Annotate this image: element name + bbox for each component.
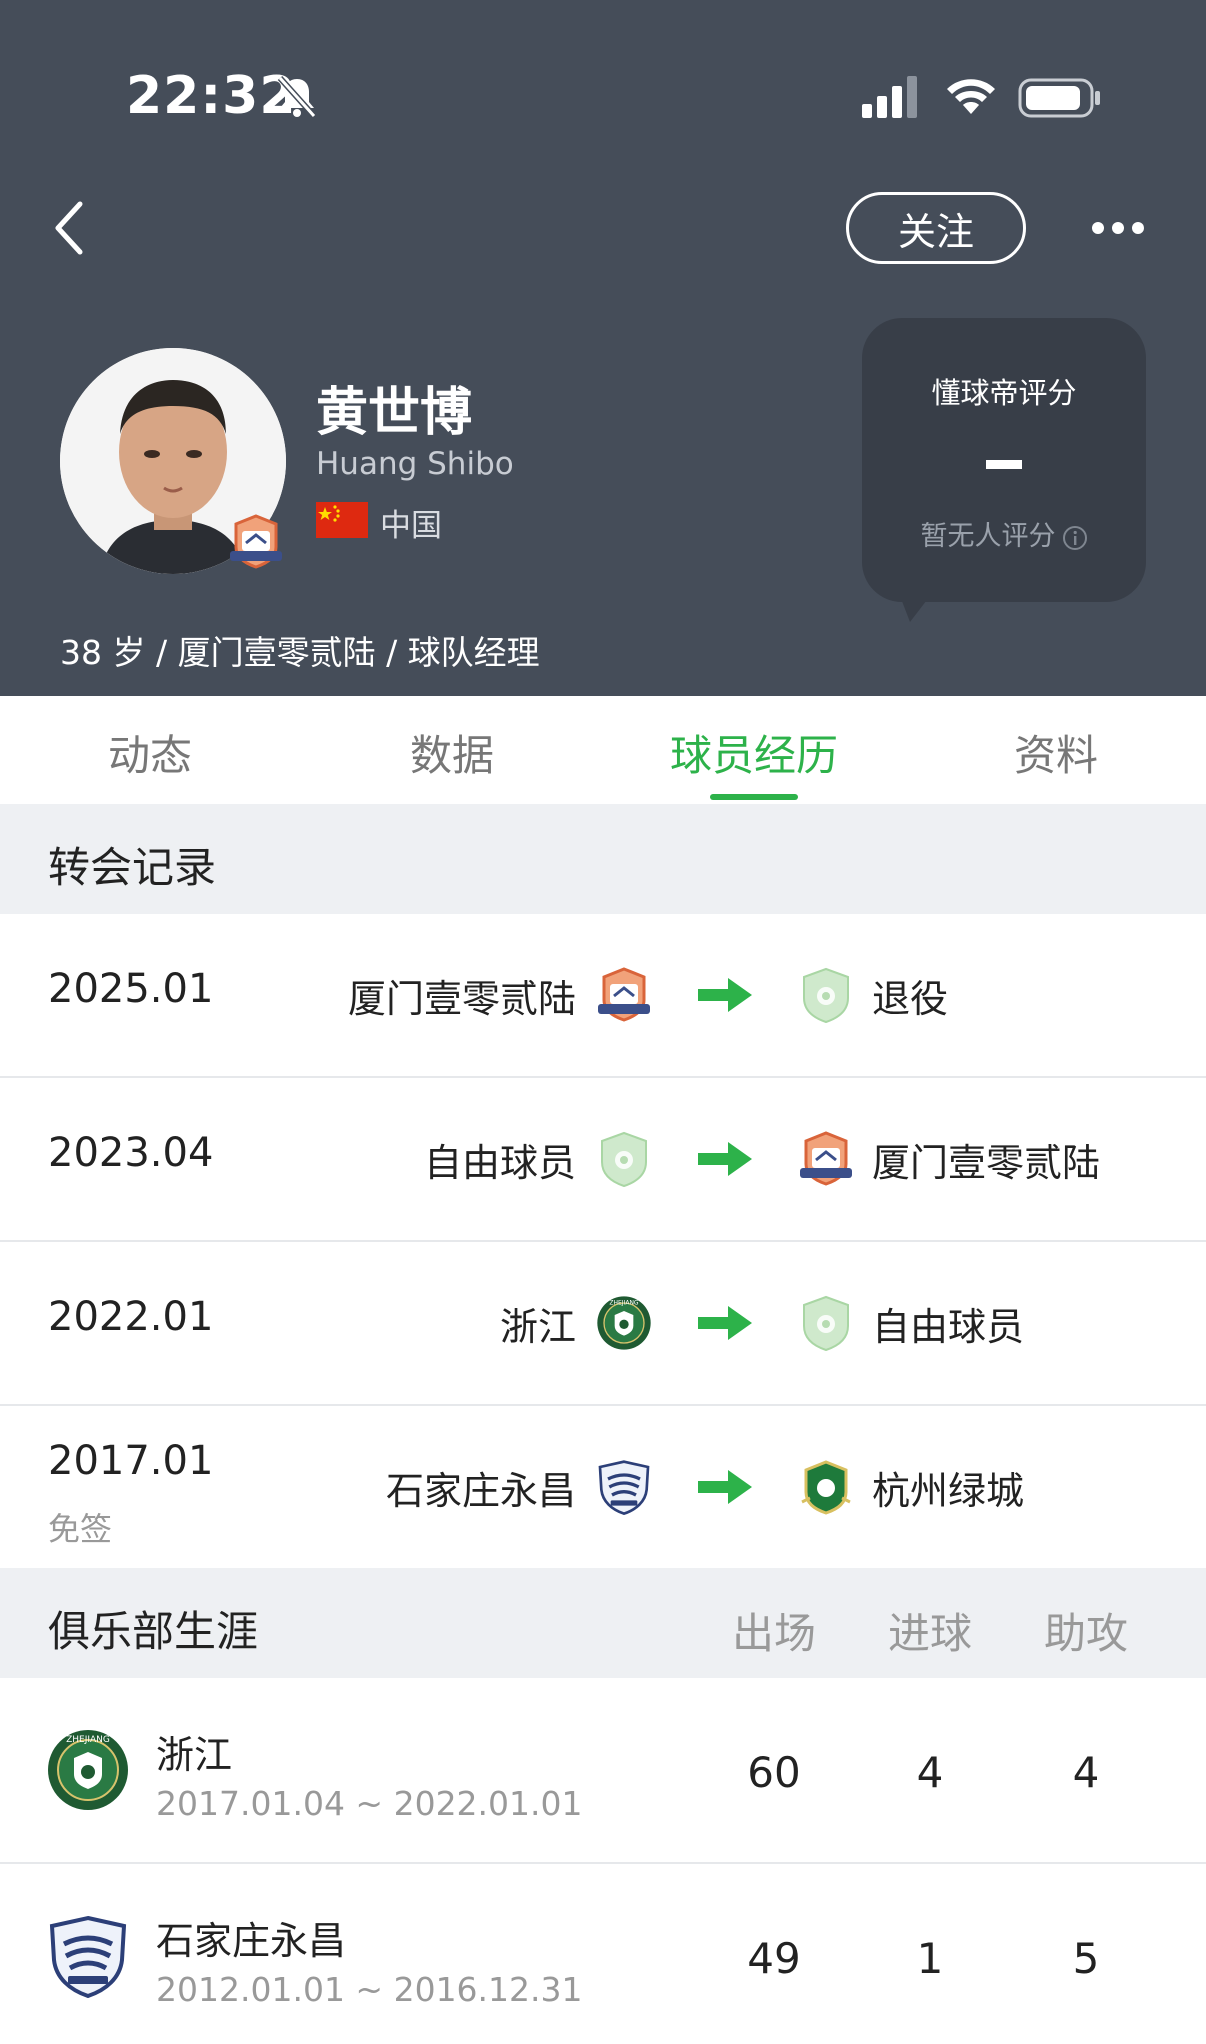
career-dates: 2012.01.01 ~ 2016.12.31: [156, 1970, 583, 2009]
transfer-to-club: 杭州绿城: [872, 1469, 1025, 1513]
shield-placeholder-icon: [798, 966, 854, 1024]
rating-title: 懂球帝评分: [931, 376, 1077, 410]
transfer-arrow-icon: [698, 978, 752, 1012]
wifi-icon: [947, 79, 995, 114]
xiamen-logo-icon: [596, 966, 652, 1024]
transfer-from-club: 浙江: [499, 1305, 576, 1349]
career-row[interactable]: 石家庄永昌 2012.01.01 ~ 2016.12.31 49 1 5: [0, 1864, 1206, 2044]
tab-bar: 动态 数据 球员经历 资料: [0, 696, 1206, 804]
more-options-icon[interactable]: [1090, 218, 1146, 238]
transfer-from-club: 石家庄永昌: [385, 1469, 576, 1513]
transfer-date: 2017.01: [48, 1438, 214, 1484]
transfer-date: 2022.01: [48, 1294, 214, 1340]
col-apps: 出场: [731, 1609, 816, 1658]
china-flag-icon: [316, 502, 368, 538]
transfer-arrow-icon: [698, 1142, 752, 1176]
career-apps: 49: [747, 1934, 801, 1983]
player-country: 中国: [380, 508, 442, 544]
shield-placeholder-icon: [596, 1130, 652, 1188]
career-row[interactable]: 浙江 2017.01.04 ~ 2022.01.01 60 4 4: [0, 1678, 1206, 1864]
info-icon[interactable]: [1062, 525, 1088, 551]
transfer-from-club: 自由球员: [423, 1141, 576, 1185]
tab-stats[interactable]: 数据: [352, 722, 552, 783]
rating-value: [986, 460, 1022, 469]
transfer-row[interactable]: 2023.04 自由球员 厦门壹零贰陆: [0, 1078, 1206, 1242]
transfer-row[interactable]: 2022.01 浙江 自由球员: [0, 1242, 1206, 1406]
transfer-to-club: 厦门壹零贰陆: [872, 1141, 1101, 1185]
transfer-to-club: 自由球员: [872, 1305, 1025, 1349]
career-assists: 5: [1072, 1934, 1100, 1983]
career-club: 石家庄永昌: [156, 1919, 347, 1963]
career-goals: 1: [916, 1934, 944, 1983]
tab-profile[interactable]: 资料: [956, 722, 1156, 783]
career-title: 俱乐部生涯: [48, 1607, 259, 1656]
transfer-to-club: 退役: [872, 977, 949, 1021]
hangzhou-logo-icon: [798, 1458, 854, 1516]
career-dates: 2017.01.04 ~ 2022.01.01: [156, 1784, 583, 1823]
profile-header: 22:32 关注 黄世博 Huang Shibo 中国 38 岁 / 厦门壹零贰…: [0, 0, 1206, 696]
bell-muted-icon: [277, 75, 317, 119]
rating-card-tail: [900, 596, 930, 622]
rating-note-text: 暂无人评分: [920, 521, 1056, 552]
shijiazhuang-logo-icon: [596, 1458, 652, 1516]
career-assists: 4: [1072, 1748, 1100, 1797]
active-tab-indicator: [710, 794, 798, 800]
zhejiang-logo-icon: [46, 1728, 130, 1812]
back-chevron-icon[interactable]: [46, 196, 96, 260]
follow-button[interactable]: 关注: [846, 192, 1026, 264]
transfers-section-header: 转会记录: [0, 804, 1206, 914]
transfer-note: 免签: [48, 1510, 113, 1548]
col-goals: 进球: [887, 1609, 972, 1658]
shield-placeholder-icon: [798, 1294, 854, 1352]
rating-note: 暂无人评分: [862, 514, 1146, 553]
status-time: 22:32: [126, 66, 297, 126]
battery-icon: [1018, 78, 1100, 118]
transfer-date: 2025.01: [48, 966, 214, 1012]
player-name-en: Huang Shibo: [316, 446, 514, 482]
transfer-date: 2023.04: [48, 1130, 214, 1176]
signal-icon: [862, 76, 917, 118]
transfer-row[interactable]: 2025.01 厦门壹零贰陆 退役: [0, 914, 1206, 1078]
player-name-cn: 黄世博: [316, 383, 473, 443]
xiamen-logo-icon: [798, 1130, 854, 1188]
col-assists: 助攻: [1043, 1609, 1128, 1658]
transfer-row[interactable]: 2017.01 免签 石家庄永昌 杭州绿城: [0, 1406, 1206, 1570]
player-meta: 38 岁 / 厦门壹零贰陆 / 球队经理: [60, 633, 540, 672]
rating-card[interactable]: 懂球帝评分 暂无人评分: [862, 318, 1146, 602]
tab-career[interactable]: 球员经历: [654, 722, 854, 783]
transfer-arrow-icon: [698, 1470, 752, 1504]
career-club: 浙江: [156, 1733, 233, 1777]
career-apps: 60: [747, 1748, 801, 1797]
transfers-title: 转会记录: [48, 843, 217, 892]
career-section-header: 俱乐部生涯 出场 进球 助攻: [0, 1568, 1206, 1678]
career-goals: 4: [916, 1748, 944, 1797]
shijiazhuang-logo-icon: [46, 1914, 130, 1998]
tab-activity[interactable]: 动态: [50, 722, 250, 783]
transfer-from-club: 厦门壹零贰陆: [347, 977, 576, 1021]
team-badge-icon: [228, 512, 284, 572]
transfer-arrow-icon: [698, 1306, 752, 1340]
zhejiang-logo-icon: [596, 1294, 652, 1352]
